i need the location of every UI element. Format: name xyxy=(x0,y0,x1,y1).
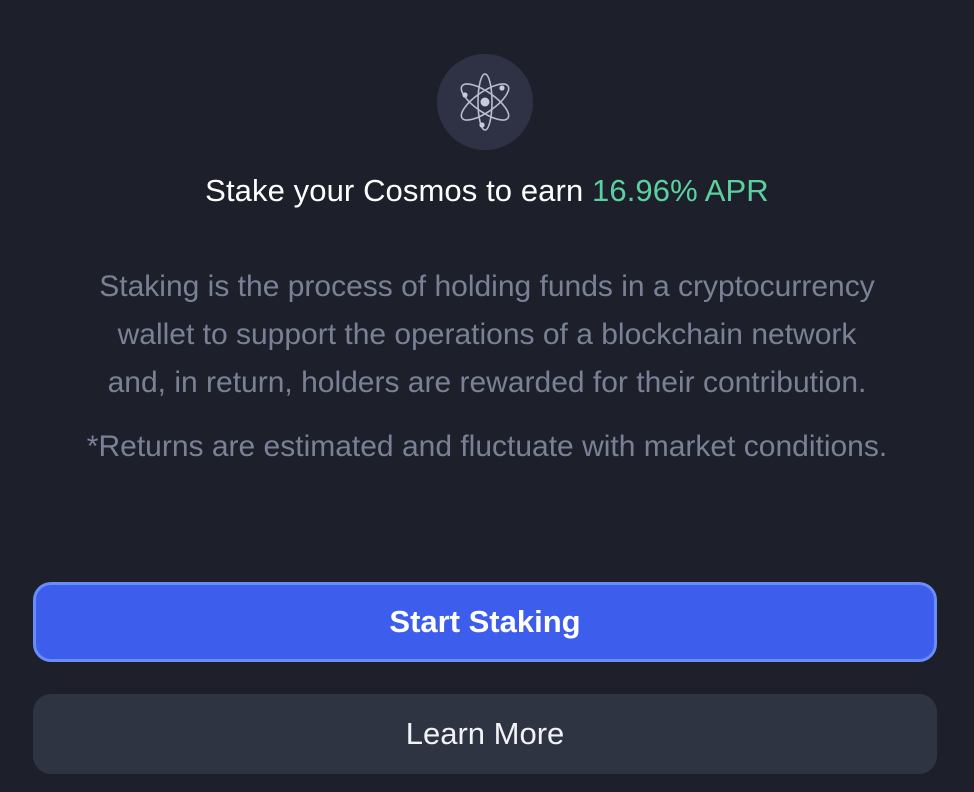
description-line-3: and, in return, holders are rewarded for… xyxy=(107,366,867,399)
staking-promo-panel: Stake your Cosmos to earn 16.96% APR Sta… xyxy=(0,0,974,792)
staking-description: Staking is the process of holding funds … xyxy=(30,263,944,407)
headline-text: Stake your Cosmos to earn xyxy=(205,173,593,208)
description-line-1: Staking is the process of holding funds … xyxy=(99,270,875,303)
staking-headline: Stake your Cosmos to earn 16.96% APR xyxy=(0,168,974,214)
learn-more-button[interactable]: Learn More xyxy=(33,694,937,774)
apr-value: 16.96% APR xyxy=(592,173,769,208)
description-line-2: wallet to support the operations of a bl… xyxy=(117,318,857,351)
learn-more-label: Learn More xyxy=(405,716,565,751)
returns-disclaimer: *Returns are estimated and fluctuate wit… xyxy=(86,430,888,463)
start-staking-button[interactable]: Start Staking xyxy=(33,582,937,662)
start-staking-label: Start Staking xyxy=(389,604,581,639)
cosmos-logo xyxy=(437,54,533,150)
cosmos-atom-icon xyxy=(454,71,516,133)
